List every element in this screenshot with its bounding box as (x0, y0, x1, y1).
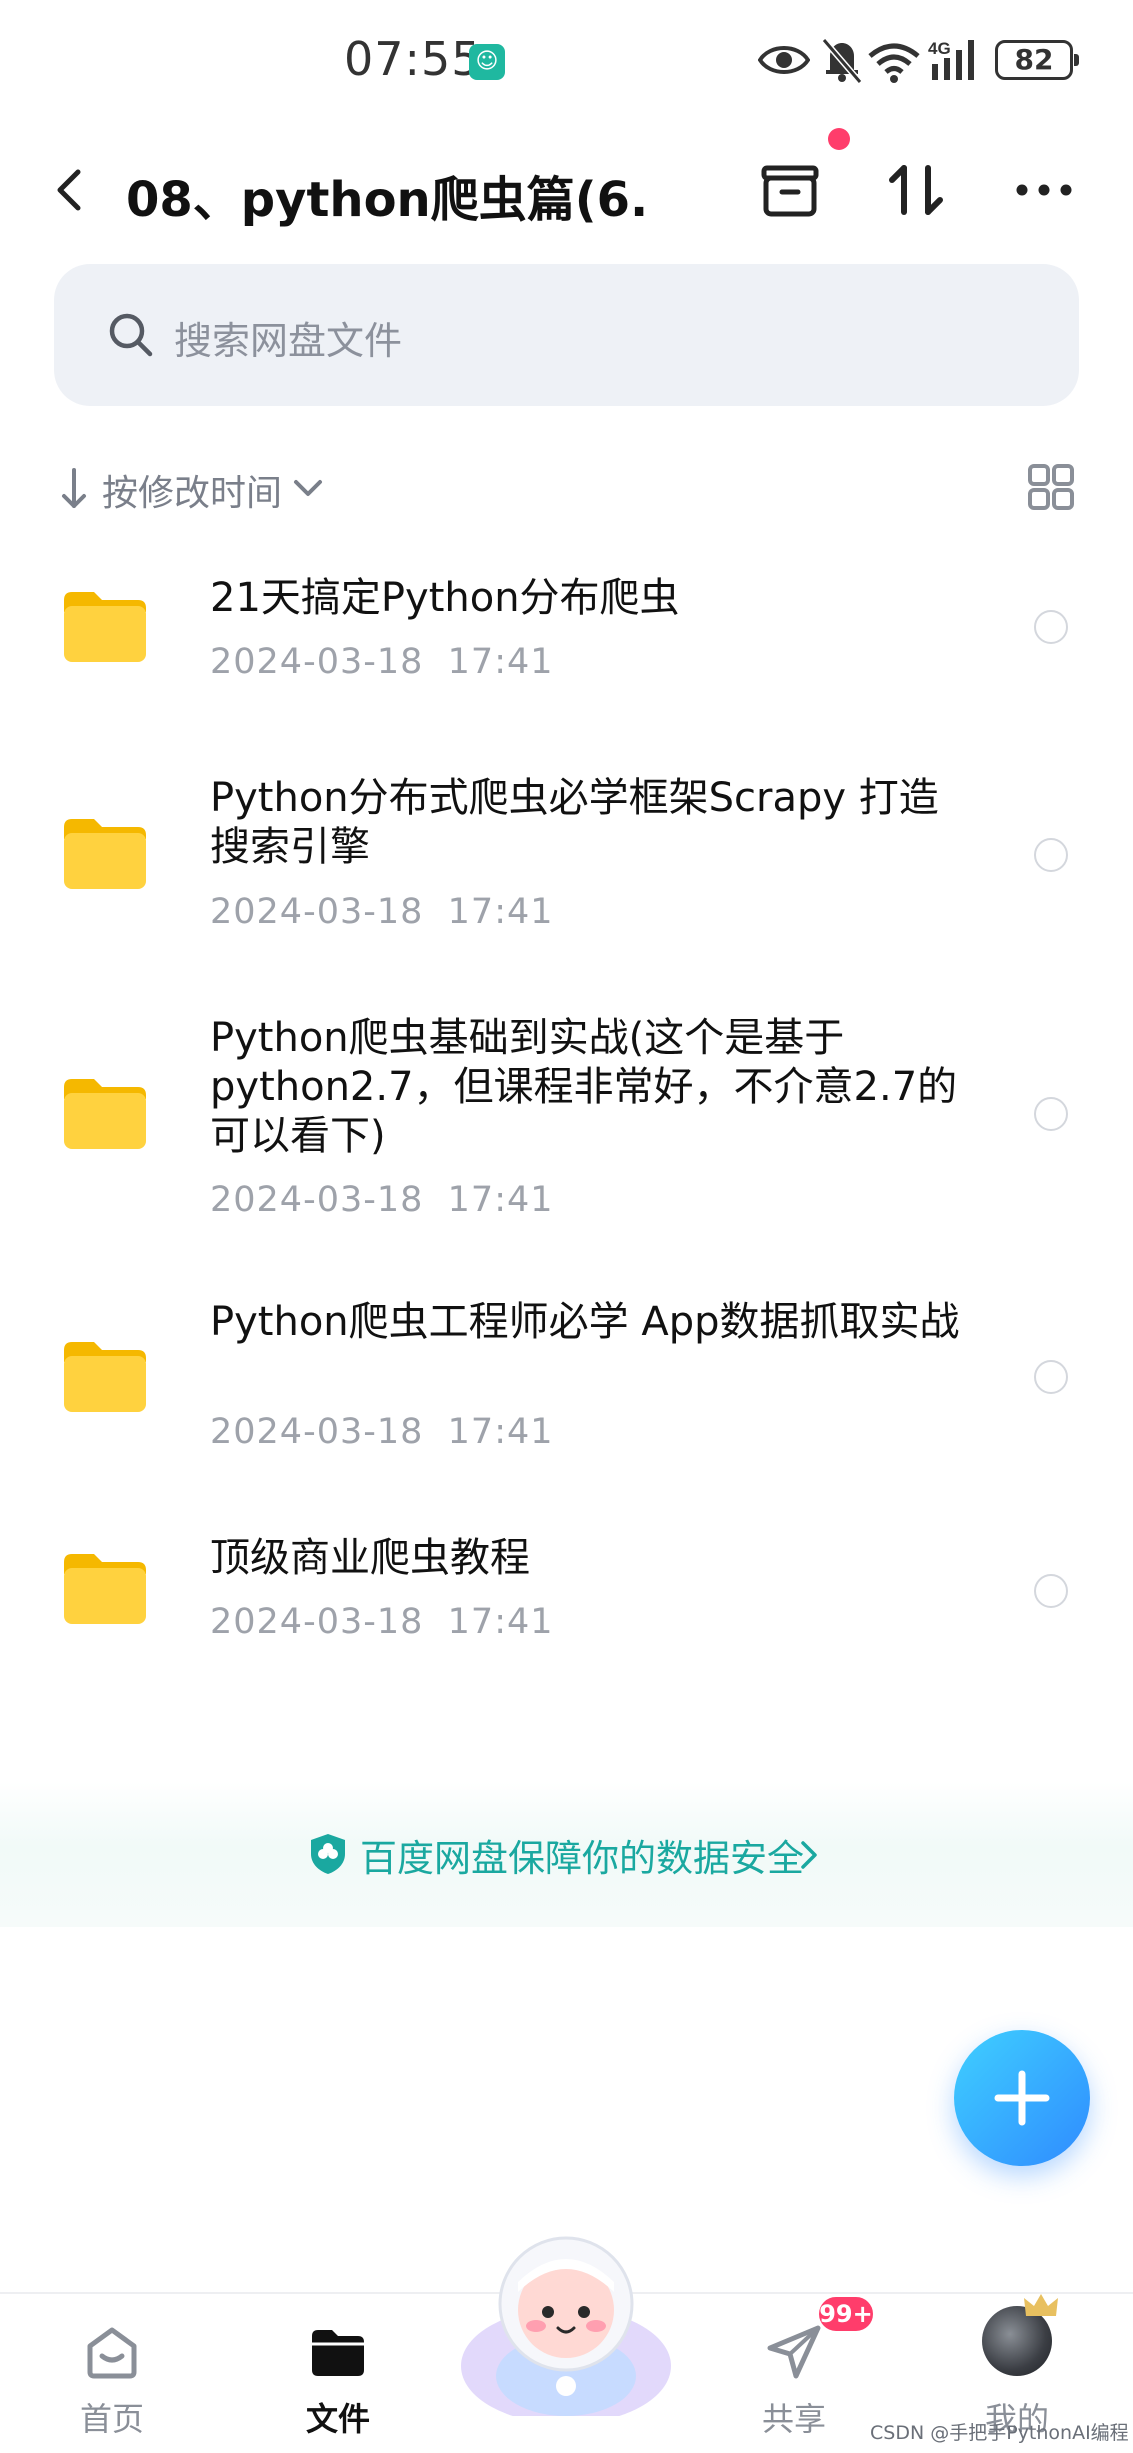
list-item[interactable]: Python爬虫工程师必学 App数据抓取实战 2024-03-18 17:41 (0, 1290, 1133, 1490)
nav-label: 共享 (761, 2400, 826, 2438)
battery-icon: 82 (995, 40, 1079, 80)
security-text: 百度网盘保障你的数据安全 (360, 1837, 804, 1880)
file-name: 顶级商业爬虫教程 (210, 1535, 530, 1581)
mute-bell-icon (821, 38, 863, 84)
eye-icon (758, 46, 810, 74)
paper-plane-icon (767, 2325, 821, 2379)
search-input[interactable]: 搜索网盘文件 (54, 264, 1079, 406)
chevron-right-icon (801, 1841, 817, 1869)
more-options-button[interactable] (1008, 154, 1080, 226)
ai-assistant-mascot[interactable] (456, 2226, 676, 2416)
search-placeholder: 搜索网盘文件 (174, 319, 403, 363)
nav-label: 首页 (79, 2400, 144, 2438)
file-name: 21天搞定Python分布爬虫 (210, 575, 680, 621)
back-button[interactable] (46, 162, 96, 218)
select-checkbox[interactable] (1034, 1574, 1068, 1608)
folder-icon (64, 1342, 146, 1412)
status-bar: 07:55 ☺ 4G 82 (0, 0, 1133, 120)
header: 08、python爬虫篇(6... (0, 140, 1133, 240)
select-checkbox[interactable] (1034, 610, 1068, 644)
sort-swap-button[interactable] (880, 154, 952, 226)
plus-icon (994, 2070, 1050, 2126)
search-icon (109, 313, 153, 357)
list-item[interactable]: Python爬虫基础到实战(这个是基于python2.7，但课程非常好，不介意2… (0, 1000, 1133, 1240)
nav-home[interactable]: 首页 (32, 2294, 192, 2453)
folder-icon (64, 1079, 146, 1149)
nav-label: 文件 (305, 2400, 370, 2438)
signal-icon: 4G (928, 39, 974, 80)
list-item[interactable]: 21天搞定Python分布爬虫 2024-03-18 17:41 (0, 560, 1133, 720)
select-checkbox[interactable] (1034, 1097, 1068, 1131)
folder-icon (64, 819, 146, 889)
folder-icon (64, 1554, 146, 1624)
page-title: 08、python爬虫篇(6... (126, 172, 646, 228)
shield-icon (311, 1834, 345, 1874)
wifi-icon (868, 43, 920, 83)
folder-icon (64, 592, 146, 662)
select-checkbox[interactable] (1034, 838, 1068, 872)
watermark: CSDN @手把手PythonAI编程 (870, 2422, 1129, 2444)
list-item[interactable]: 顶级商业爬虫教程 2024-03-18 17:41 (0, 1520, 1133, 1680)
file-name: Python爬虫基础到实战(这个是基于python2.7，但课程非常好，不介意2… (210, 1015, 958, 1159)
nav-files[interactable]: 文件 (258, 2294, 418, 2453)
file-date: 2024-03-18 17:41 (210, 1412, 554, 1452)
chevron-down-icon[interactable] (290, 474, 326, 504)
file-date: 2024-03-18 17:41 (210, 1180, 554, 1220)
grid-view-toggle[interactable] (1026, 462, 1076, 512)
file-name: Python分布式爬虫必学框架Scrapy 打造搜索引擎 (210, 775, 939, 870)
sort-dropdown[interactable]: 按修改时间 (102, 464, 282, 516)
status-time: 07:55 (344, 32, 482, 86)
folder-filled-icon (312, 2330, 364, 2376)
arrow-down-icon (62, 468, 86, 508)
file-date: 2024-03-18 17:41 (210, 642, 554, 682)
home-icon (87, 2327, 137, 2379)
svg-text:4G: 4G (928, 39, 951, 58)
share-badge: 99+ (816, 2294, 876, 2334)
archive-button[interactable] (754, 154, 826, 226)
app-notification-icon: ☺ (469, 44, 505, 80)
add-button[interactable] (954, 2030, 1090, 2166)
crown-icon (1024, 2294, 1058, 2316)
security-banner[interactable]: 百度网盘保障你的数据安全 (0, 1782, 1133, 1927)
file-date: 2024-03-18 17:41 (210, 1602, 554, 1642)
file-date: 2024-03-18 17:41 (210, 892, 554, 932)
sort-row: 按修改时间 (0, 456, 1133, 520)
file-name: Python爬虫工程师必学 App数据抓取实战 (210, 1299, 960, 1345)
notification-dot (828, 128, 850, 150)
select-checkbox[interactable] (1034, 1360, 1068, 1394)
list-item[interactable]: Python分布式爬虫必学框架Scrapy 打造搜索引擎 2024-03-18 … (0, 760, 1133, 960)
